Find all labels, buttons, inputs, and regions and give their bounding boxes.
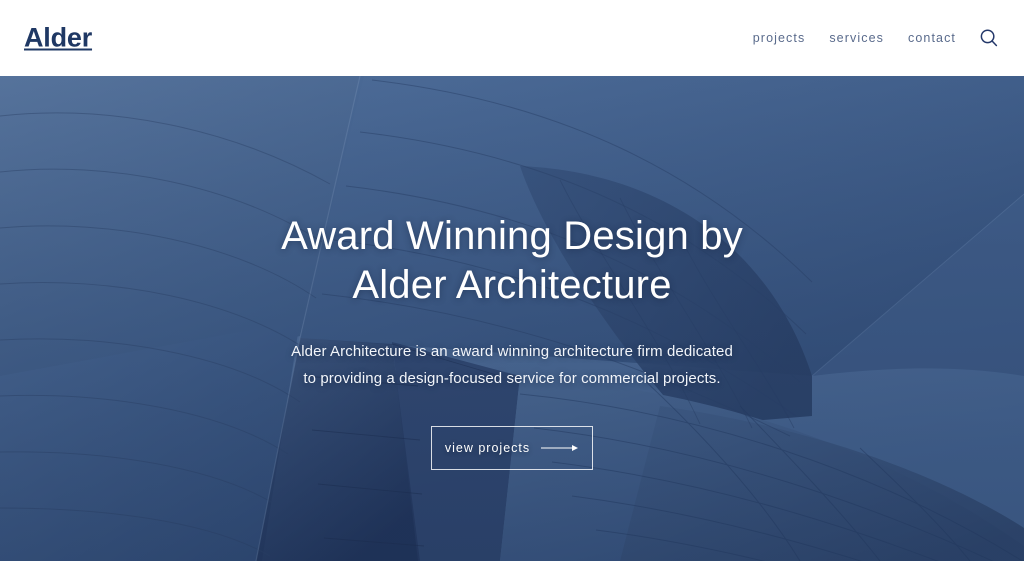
view-projects-button[interactable]: view projects (431, 426, 593, 471)
search-icon (980, 29, 998, 47)
hero-content: Award Winning Design by Alder Architectu… (0, 76, 1024, 561)
site-header: Alder projects services contact (0, 0, 1024, 76)
hero-title: Award Winning Design by Alder Architectu… (281, 212, 743, 310)
arrow-right-icon (541, 445, 579, 452)
hero-subtitle: Alder Architecture is an award winning a… (291, 338, 733, 394)
landing-page: Alder projects services contact Award Wi… (0, 0, 1024, 561)
hero-title-line-2: Alder Architecture (352, 262, 672, 307)
nav-link-projects[interactable]: projects (753, 31, 806, 45)
hero-section: Award Winning Design by Alder Architectu… (0, 76, 1024, 561)
hero-subtitle-line-1: Alder Architecture is an award winning a… (291, 342, 733, 360)
primary-navigation: projects services contact (753, 31, 956, 45)
nav-link-services[interactable]: services (829, 31, 884, 45)
search-button[interactable] (976, 25, 1002, 51)
site-logo[interactable]: Alder (24, 24, 92, 52)
view-projects-label: view projects (444, 441, 531, 456)
hero-title-line-1: Award Winning Design by (281, 214, 743, 258)
nav-link-contact[interactable]: contact (908, 31, 956, 45)
hero-subtitle-line-2: to providing a design-focused service fo… (303, 370, 721, 388)
